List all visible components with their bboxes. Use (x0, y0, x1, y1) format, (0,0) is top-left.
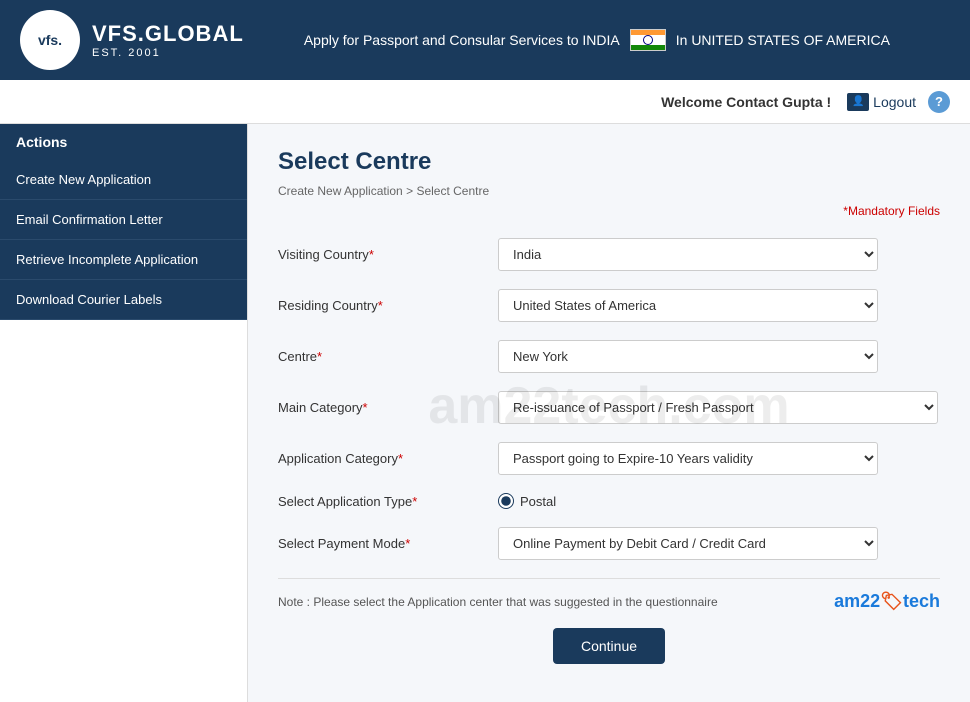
application-type-row: Select Application Type* Postal (278, 493, 940, 509)
postal-radio-label[interactable]: Postal (498, 493, 878, 509)
brand-name: VFS.GLOBAL EST. 2001 (92, 21, 244, 59)
postal-label: Postal (520, 494, 556, 509)
main-category-control: Re-issuance of Passport / Fresh Passport (498, 391, 938, 424)
note-section: Note : Please select the Application cen… (278, 578, 940, 612)
centre-label: Centre* (278, 349, 498, 364)
postal-radio[interactable] (498, 493, 514, 509)
india-flag-icon (630, 29, 666, 51)
payment-mode-row: Select Payment Mode* Online Payment by D… (278, 527, 940, 560)
sidebar-item-create-new-application[interactable]: Create New Application (0, 160, 247, 200)
sidebar-item-email-confirmation[interactable]: Email Confirmation Letter (0, 200, 247, 240)
main-category-row: Main Category* Re-issuance of Passport /… (278, 391, 940, 424)
payment-mode-control: Online Payment by Debit Card / Credit Ca… (498, 527, 878, 560)
welcome-message: Welcome Contact Gupta ! (661, 94, 831, 110)
main-content: am22tech.com Select Centre Create New Ap… (248, 124, 970, 702)
centre-control: New York (498, 340, 878, 373)
main-category-label: Main Category* (278, 400, 498, 415)
residing-country-label: Residing Country* (278, 298, 498, 313)
application-type-control: Postal (498, 493, 878, 509)
residing-country-control: United States of America (498, 289, 878, 322)
sidebar-item-retrieve-incomplete[interactable]: Retrieve Incomplete Application (0, 240, 247, 280)
payment-mode-label: Select Payment Mode* (278, 536, 498, 551)
visiting-country-label: Visiting Country* (278, 247, 498, 262)
breadcrumb-current: Select Centre (416, 184, 489, 198)
application-category-select[interactable]: Passport going to Expire-10 Years validi… (498, 442, 878, 475)
visiting-country-control: India (498, 238, 878, 271)
centre-select[interactable]: New York (498, 340, 878, 373)
application-category-label: Application Category* (278, 451, 498, 466)
application-category-row: Application Category* Passport going to … (278, 442, 940, 475)
help-icon[interactable]: ? (928, 91, 950, 113)
sidebar-header: Actions (0, 124, 247, 160)
continue-button[interactable]: Continue (553, 628, 665, 664)
page-title: Select Centre (278, 148, 940, 176)
main-category-select[interactable]: Re-issuance of Passport / Fresh Passport (498, 391, 938, 424)
note-text: Note : Please select the Application cen… (278, 595, 718, 609)
logout-button[interactable]: 👤 Logout (847, 93, 916, 111)
sidebar: Actions Create New Application Email Con… (0, 124, 248, 702)
subheader: Welcome Contact Gupta ! 👤 Logout ? (0, 80, 970, 124)
content-inner: am22tech.com Select Centre Create New Ap… (278, 148, 940, 664)
application-type-label: Select Application Type* (278, 494, 498, 509)
application-category-control: Passport going to Expire-10 Years validi… (498, 442, 878, 475)
select-centre-form: Visiting Country* India Residing Country… (278, 238, 940, 560)
breadcrumb: Create New Application > Select Centre (278, 184, 940, 198)
am22tech-logo: am22🏷tech (834, 591, 940, 612)
sidebar-item-download-courier[interactable]: Download Courier Labels (0, 280, 247, 320)
visiting-country-select[interactable]: India (498, 238, 878, 271)
logo-area: vfs. VFS.GLOBAL EST. 2001 (20, 10, 244, 70)
breadcrumb-home[interactable]: Create New Application (278, 184, 403, 198)
header-tagline: Apply for Passport and Consular Services… (244, 29, 950, 51)
logo-icon: vfs. (20, 10, 80, 70)
mandatory-note: *Mandatory Fields (278, 204, 940, 218)
residing-country-row: Residing Country* United States of Ameri… (278, 289, 940, 322)
main-layout: Actions Create New Application Email Con… (0, 124, 970, 702)
visiting-country-row: Visiting Country* India (278, 238, 940, 271)
payment-mode-select[interactable]: Online Payment by Debit Card / Credit Ca… (498, 527, 878, 560)
centre-row: Centre* New York (278, 340, 940, 373)
logout-icon: 👤 (847, 93, 869, 111)
page-header: vfs. VFS.GLOBAL EST. 2001 Apply for Pass… (0, 0, 970, 80)
residing-country-select[interactable]: United States of America (498, 289, 878, 322)
breadcrumb-separator: > (406, 184, 413, 198)
